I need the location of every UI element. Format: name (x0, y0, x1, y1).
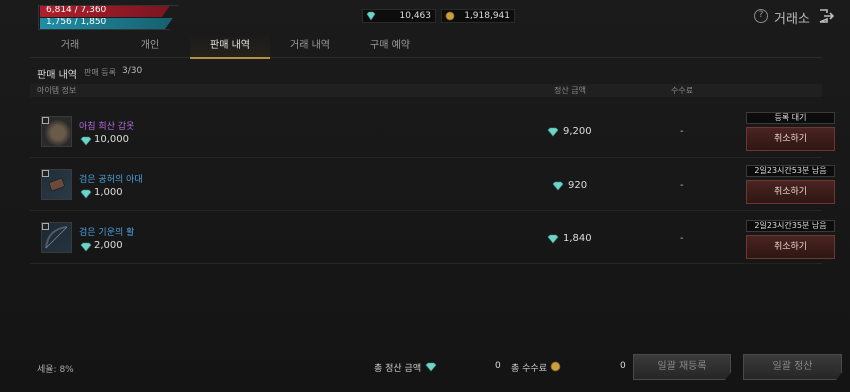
armor-icon[interactable] (41, 116, 72, 147)
gem-amount: 10,463 (399, 11, 432, 21)
item-price: 1,000 (94, 187, 123, 198)
tab-bar: 거래 개인 판매 내역 거래 내역 구매 예약 (30, 36, 822, 59)
item-name: 검은 기운의 활 (79, 228, 135, 238)
mp-bar: 1,756 / 1,850 (40, 18, 173, 29)
cancel-button[interactable]: 취소하기 (746, 180, 835, 204)
gold-amount: 1,918,941 (464, 11, 510, 21)
item-price: 10,000 (94, 134, 129, 145)
item-name: 검은 공허의 아대 (79, 175, 143, 185)
table-row[interactable]: 아침 희산 갑옷 10,000 9,200 - 등록 대기 취소하기 (30, 106, 835, 158)
fee-amount: - (680, 233, 684, 244)
grade-badge-icon (42, 117, 49, 124)
tax-rate: 세율: 8% (37, 365, 74, 375)
mp-text: 1,756 / 1,850 (46, 17, 107, 27)
tab-sales-history[interactable]: 판매 내역 (190, 36, 270, 59)
settle-amount: 1,840 (563, 233, 592, 244)
bulk-relist-button[interactable]: 일괄 재등록 (633, 354, 731, 380)
question-circle-icon[interactable]: ? (754, 9, 768, 23)
fee-amount: - (680, 180, 684, 191)
gauntlet-icon[interactable] (41, 169, 72, 200)
tab-personal[interactable]: 개인 (110, 36, 190, 58)
cancel-button[interactable]: 취소하기 (746, 127, 835, 151)
tab-label: 개인 (140, 40, 160, 51)
page-title: 거래소 (774, 12, 810, 27)
total-settle-label: 총 정산 금액 (374, 364, 422, 374)
tab-label: 거래 내역 (290, 40, 330, 51)
trading-post-screen: 6,814 / 7,360 1,756 / 1,850 10,463 1,918… (0, 0, 850, 392)
item-price: 2,000 (94, 240, 123, 251)
total-settle-value: 0 (495, 361, 501, 371)
grade-badge-icon (42, 170, 49, 177)
status-badge: 2일23시간53분 남음 (746, 165, 835, 177)
hp-text: 6,814 / 7,360 (46, 5, 107, 15)
gem-icon (552, 181, 564, 191)
column-header-row: 아이템 정보 정산 금액 수수료 (30, 84, 822, 97)
hp-bar: 6,814 / 7,360 (40, 6, 170, 17)
tab-label: 판매 내역 (210, 40, 250, 51)
status-bars: 6,814 / 7,360 1,756 / 1,850 (40, 6, 180, 30)
item-name: 아침 희산 갑옷 (79, 122, 135, 132)
gem-icon (547, 127, 559, 137)
grade-badge-icon (42, 223, 49, 230)
status-badge: 2일23시간35분 남음 (746, 220, 835, 232)
section-title: 판매 내역 (37, 70, 77, 81)
fee-amount: - (680, 126, 684, 137)
gold-currency: 1,918,941 (441, 9, 515, 23)
tab-trade-history[interactable]: 거래 내역 (270, 36, 350, 58)
tab-trade[interactable]: 거래 (30, 36, 110, 58)
settle-amount: 9,200 (563, 126, 592, 137)
bow-icon[interactable] (41, 222, 72, 253)
cancel-button[interactable]: 취소하기 (746, 235, 835, 259)
gold-coin-icon (550, 361, 561, 372)
tab-purchase-reservation[interactable]: 구매 예약 (350, 36, 430, 58)
table-row[interactable]: 검은 공허의 아대 1,000 920 - 2일23시간53분 남음 취소하기 (30, 159, 835, 211)
column-settle: 정산 금액 (554, 86, 586, 95)
gem-currency: 10,463 (362, 9, 436, 23)
total-fee-value: 0 (620, 361, 626, 371)
listing-count: 3/30 (122, 66, 143, 76)
status-badge: 등록 대기 (746, 112, 835, 124)
table-row[interactable]: 검은 기운의 활 2,000 1,840 - 2일23시간35분 남음 취소하기 (30, 212, 835, 264)
gem-icon (366, 11, 376, 21)
gem-icon (80, 136, 92, 146)
column-item: 아이템 정보 (37, 86, 77, 95)
gem-icon (547, 234, 559, 244)
gold-coin-icon (445, 11, 455, 21)
gem-icon (80, 189, 92, 199)
settle-amount: 920 (568, 180, 588, 191)
column-fee: 수수료 (671, 86, 694, 95)
exit-door-icon[interactable] (818, 8, 834, 24)
tab-label: 구매 예약 (370, 40, 410, 51)
tab-label: 거래 (60, 40, 80, 51)
section-subtitle: 판매 등록 (84, 68, 116, 77)
bulk-settle-button[interactable]: 일괄 정산 (743, 354, 842, 380)
gem-icon (80, 242, 92, 252)
total-fee-label: 총 수수료 (511, 364, 547, 374)
gem-icon (425, 362, 437, 372)
